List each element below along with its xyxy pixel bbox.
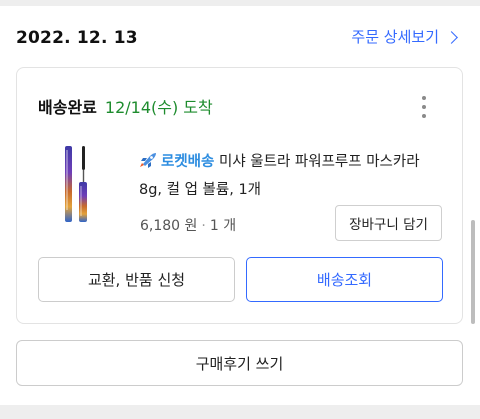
scrollbar[interactable] (471, 220, 475, 324)
exchange-return-button[interactable]: 교환, 반품 신청 (38, 257, 235, 302)
product-quantity: 1 개 (209, 218, 237, 234)
product-thumbnail[interactable] (61, 144, 91, 224)
write-review-button[interactable]: 구매후기 쓰기 (16, 340, 463, 386)
product-price: 6,180 원 (140, 218, 198, 234)
delivery-status: 배송완료 (38, 98, 97, 117)
bottom-divider (0, 405, 480, 419)
price-line: 6,180 원 · 1 개 (140, 215, 236, 235)
shipment-status-row: 배송완료 12/14(수) 도착 (38, 94, 213, 118)
arrival-date: 12/14(수) 도착 (104, 98, 213, 117)
track-delivery-button[interactable]: 배송조회 (246, 257, 443, 302)
rocket-icon (140, 153, 156, 168)
order-detail-link[interactable]: 주문 상세보기 (351, 26, 458, 47)
more-vertical-icon[interactable] (421, 96, 427, 118)
chevron-right-icon (445, 30, 458, 44)
product-title[interactable]: 로켓배송 미샤 울트라 파워프루프 마스카라 8g, 컬 업 볼륨, 1개 (139, 148, 439, 204)
order-date: 2022. 12. 13 (16, 28, 138, 48)
rocket-delivery-badge: 로켓배송 (161, 154, 215, 170)
order-detail-label: 주문 상세보기 (351, 28, 439, 46)
separator-dot: · (201, 218, 206, 234)
shipment-card: 배송완료 12/14(수) 도착 로켓배송 미샤 울트라 파워프루프 마스카라 … (16, 67, 463, 324)
top-divider (0, 0, 480, 6)
add-to-cart-button[interactable]: 장바구니 담기 (335, 205, 442, 241)
